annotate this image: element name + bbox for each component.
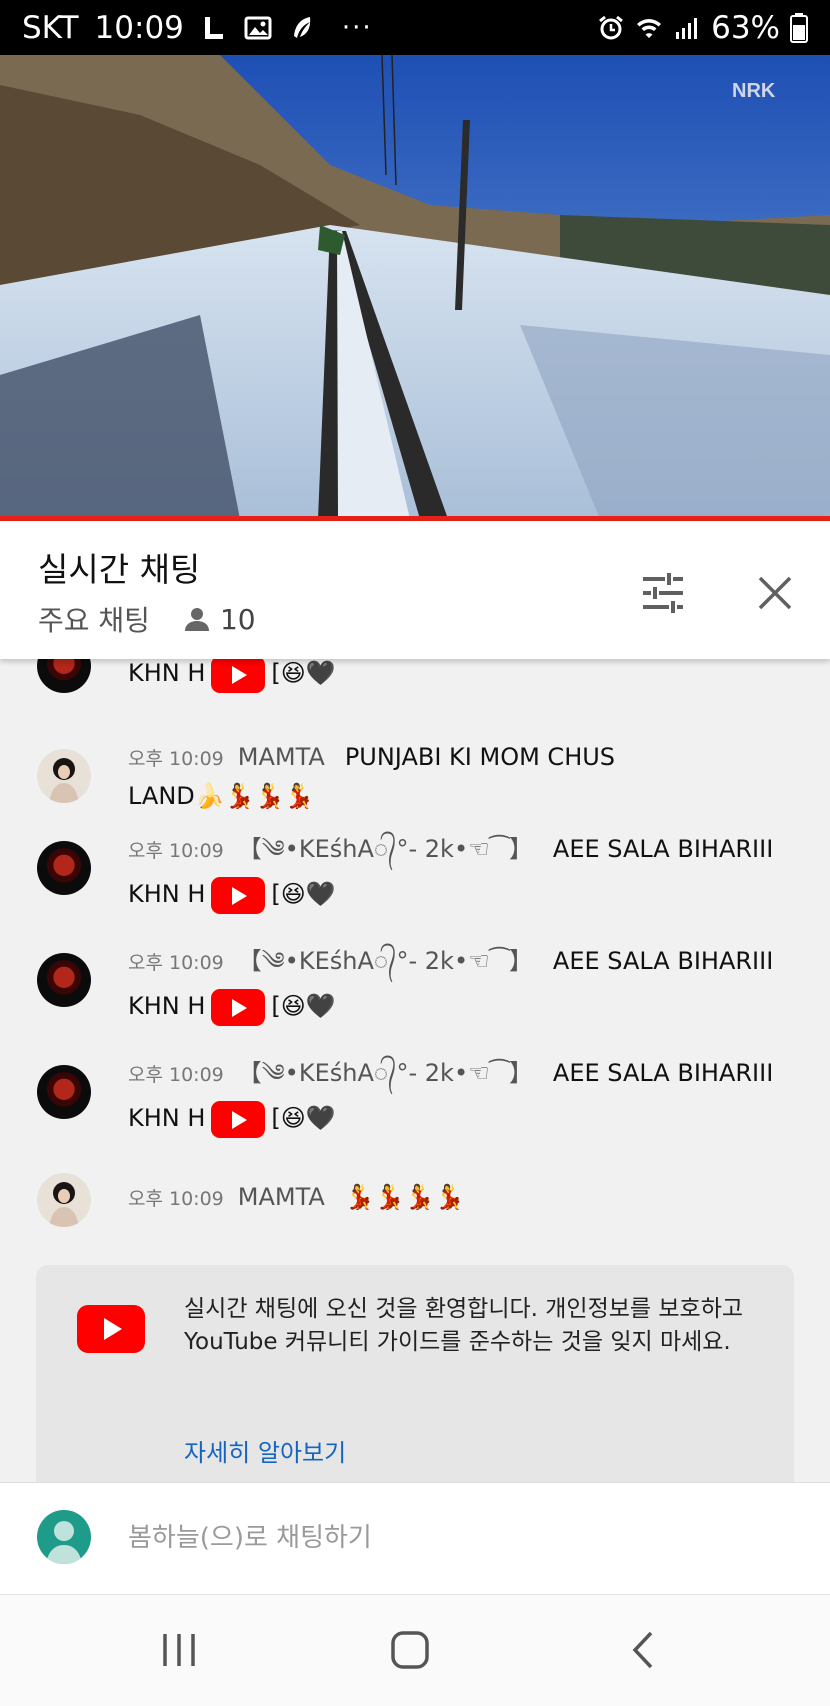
system-nav-bar: [0, 1594, 830, 1706]
chat-header: 실시간 채팅 주요 채팅 10: [0, 521, 830, 659]
status-bar: SKT 10:09 ··· 63%: [0, 0, 830, 55]
message-author[interactable]: 【༄•KEśhA᭄°- 2k•☜⁀】: [238, 1059, 533, 1087]
feather-icon: [293, 16, 311, 38]
youtube-logo-icon: [77, 1305, 145, 1353]
clock: 10:09: [94, 9, 184, 46]
message-author[interactable]: MAMTA: [238, 743, 325, 771]
avatar[interactable]: [37, 1173, 91, 1227]
home-button[interactable]: [380, 1625, 440, 1675]
message-time: 오후 10:09: [128, 1064, 224, 1086]
recents-icon: [163, 1634, 195, 1666]
message-author[interactable]: 【༄•KEśhA᭄°- 2k•☜⁀】: [238, 947, 533, 975]
message-text-line2: KHN H: [128, 880, 206, 908]
message-body: 오후 10:09 MAMTA PUNJABI KI MOM CHUS LAND🍌💃💃…: [128, 739, 808, 815]
message-time: 오후 10:09: [128, 840, 224, 862]
message-text: PUNJABI KI MOM CHUS: [344, 743, 616, 771]
message-text-tail: [😆🖤: [271, 1104, 336, 1132]
avatar[interactable]: [37, 953, 91, 1007]
filter-button[interactable]: [635, 565, 691, 621]
home-icon: [391, 1631, 429, 1669]
more-dots-icon: ···: [341, 12, 373, 43]
carrier-label: SKT: [22, 9, 79, 46]
video-player[interactable]: NRK: [0, 55, 830, 519]
person-icon: [184, 608, 209, 631]
chat-input-field[interactable]: 봄하늘(으)로 채팅하기: [128, 1517, 372, 1554]
alarm-icon: [599, 15, 624, 39]
learn-more-link[interactable]: 자세히 알아보기: [184, 1433, 346, 1468]
video-frame: NRK: [0, 55, 830, 519]
youtube-emoji: [211, 876, 266, 914]
message-text: 💃💃💃💃: [344, 1183, 465, 1211]
chat-message-list[interactable]: KHN H [😆🖤 오후 10:09 MAMTA PUNJABI KI MOM CHU…: [0, 659, 830, 1482]
message-text-tail: [😆🖤: [271, 880, 336, 908]
avatar-image: [49, 1182, 79, 1227]
avatar[interactable]: [37, 749, 91, 803]
message-body: 오후 10:09 【༄•KEśhA᭄°- 2k•☜⁀】 AEE SALA BIHAR…: [128, 831, 808, 914]
youtube-emoji: [211, 988, 266, 1026]
welcome-card: 실시간 채팅에 오신 것을 환영합니다. 개인정보를 보호하고 YouTube …: [36, 1265, 794, 1482]
line-icon: [204, 16, 223, 39]
message-text: AEE SALA BIHARIII: [552, 1059, 774, 1087]
user-avatar[interactable]: [37, 1510, 91, 1564]
recents-button[interactable]: [149, 1625, 209, 1675]
message-author[interactable]: MAMTA: [238, 1183, 325, 1211]
close-icon: [758, 576, 792, 610]
youtube-emoji: [211, 1100, 266, 1138]
app-screen: SKT 10:09 ··· 63% NRK 실시간 채팅 주요 채팅 10 KH…: [0, 0, 830, 1706]
welcome-message: 실시간 채팅에 오신 것을 환영합니다. 개인정보를 보호하고 YouTube …: [184, 1296, 744, 1355]
message-time: 오후 10:09: [128, 952, 224, 974]
message-body: 오후 10:09 MAMTA 💃💃💃💃: [128, 1179, 808, 1218]
avatar[interactable]: [37, 841, 91, 895]
youtube-emoji: [211, 659, 266, 693]
message-body: 오후 10:09 【༄•KEśhA᭄°- 2k•☜⁀】 AEE SALA BIHAR…: [128, 1055, 808, 1138]
message-time: 오후 10:09: [128, 1188, 224, 1210]
battery-percent: 63%: [711, 9, 780, 46]
message-text-line2: KHN H: [128, 992, 206, 1020]
wifi-icon: [637, 18, 662, 38]
message-text-tail: [😆🖤: [271, 659, 336, 687]
avatar[interactable]: [37, 659, 91, 693]
message-text: AEE SALA BIHARIII: [552, 835, 774, 863]
chat-mode-row: 주요 채팅 10: [38, 599, 256, 639]
back-button[interactable]: [613, 1625, 673, 1675]
filter-sliders-icon: [643, 573, 683, 613]
message-time: 오후 10:09: [128, 748, 224, 770]
message-author[interactable]: 【༄•KEśhA᭄°- 2k•☜⁀】: [238, 835, 533, 863]
signal-icon: [676, 17, 698, 39]
message-body: KHN H [😆🖤: [128, 659, 808, 693]
message-text-tail: [😆🖤: [271, 992, 336, 1020]
gallery-icon: [244, 16, 272, 39]
message-text: KHN H: [128, 659, 206, 687]
nrk-watermark: NRK: [732, 80, 776, 102]
message-text: AEE SALA BIHARIII: [552, 947, 774, 975]
chat-mode-selector[interactable]: 주요 채팅: [38, 599, 150, 639]
back-icon: [632, 1631, 653, 1669]
chat-input-bar[interactable]: 봄하늘(으)로 채팅하기: [0, 1482, 830, 1594]
avatar-image: [49, 758, 79, 803]
viewer-count: 10: [184, 603, 256, 636]
default-avatar-icon: [46, 1521, 82, 1564]
message-text-line2: KHN H: [128, 1104, 206, 1132]
message-text-line2: LAND🍌💃💃💃: [128, 782, 315, 810]
viewer-count-value: 10: [219, 602, 256, 636]
chat-title: 실시간 채팅: [38, 550, 201, 589]
battery-icon: [790, 12, 808, 43]
avatar[interactable]: [37, 1065, 91, 1119]
message-body: 오후 10:09 【༄•KEśhA᭄°- 2k•☜⁀】 AEE SALA BIHAR…: [128, 943, 808, 1026]
close-chat-button[interactable]: [747, 565, 803, 621]
